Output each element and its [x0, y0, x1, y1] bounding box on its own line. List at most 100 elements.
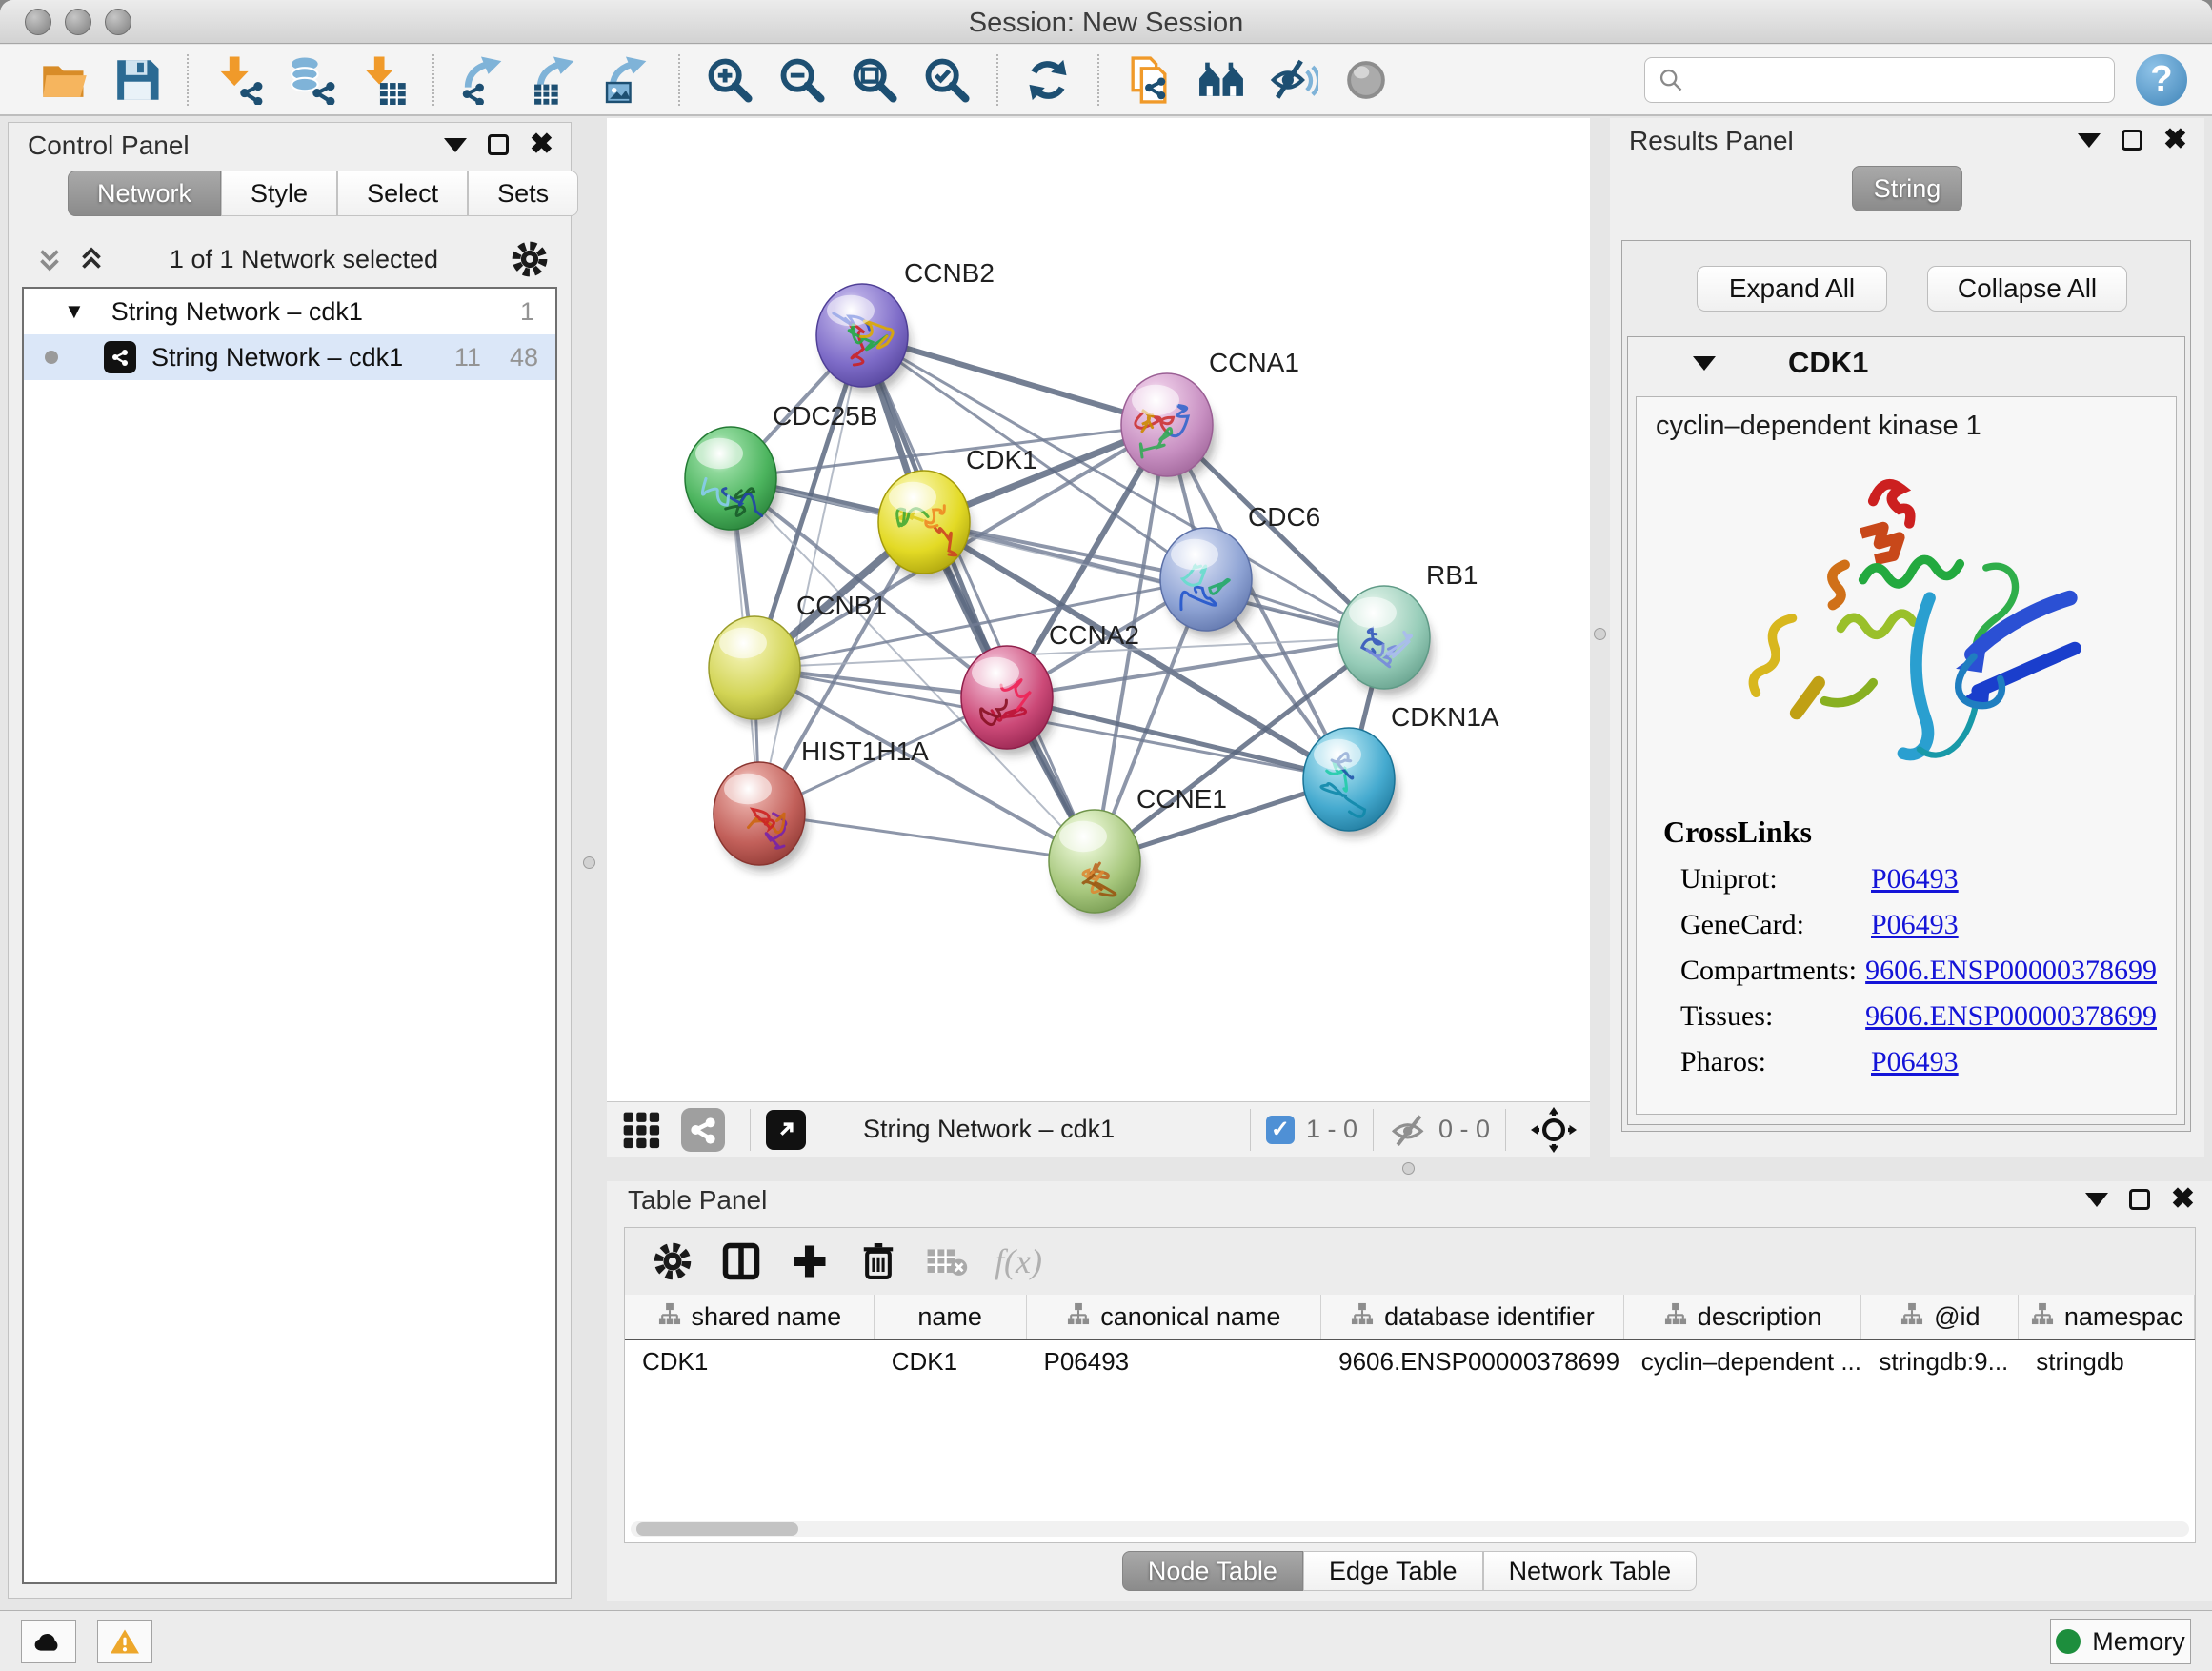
- selected-count-checkbox-icon[interactable]: ✓: [1266, 1116, 1295, 1144]
- home-button[interactable]: [1195, 53, 1248, 107]
- results-close-icon[interactable]: ✖: [2163, 130, 2187, 151]
- node-gloss: [724, 774, 772, 804]
- import-table-button[interactable]: [356, 53, 410, 107]
- delete-column-button[interactable]: [852, 1235, 905, 1288]
- results-menu-icon[interactable]: [2078, 133, 2101, 148]
- gene-collapse-icon[interactable]: [1693, 356, 1716, 371]
- show-graphics-details-button[interactable]: [1267, 53, 1320, 107]
- table-cell[interactable]: CDK1: [875, 1340, 1027, 1382]
- search-input[interactable]: [1644, 57, 2115, 103]
- collection-expand-icon[interactable]: ▼: [64, 299, 85, 324]
- import-network-button[interactable]: [211, 53, 265, 107]
- toolbar-divider: [432, 54, 434, 106]
- table-box: f(x) shared namenamecanonical namedataba…: [624, 1227, 2196, 1543]
- collapse-all-icon[interactable]: [33, 243, 66, 275]
- hidden-eye-icon[interactable]: [1389, 1110, 1429, 1150]
- column-header-description[interactable]: description: [1624, 1295, 1862, 1339]
- table-cell[interactable]: stringdb: [2019, 1340, 2195, 1382]
- table-cell[interactable]: cyclin–dependent ...: [1624, 1340, 1862, 1382]
- help-button[interactable]: ?: [2136, 54, 2187, 106]
- zoom-in-button[interactable]: [703, 53, 756, 107]
- network-view-canvas[interactable]: CCNB2CCNA1CDC25BCDK1CDC6RB1CCNB1CCNA2CDK…: [607, 118, 1590, 1101]
- table-horizontal-scrollbar[interactable]: [631, 1521, 2189, 1537]
- bottom-splitter-handle[interactable]: [1402, 1162, 1415, 1175]
- table-cell[interactable]: 9606.ENSP00000378699: [1321, 1340, 1624, 1382]
- export-image-button[interactable]: [602, 53, 655, 107]
- tab-sets[interactable]: Sets: [468, 171, 578, 216]
- network-overview-icon[interactable]: [681, 1108, 725, 1152]
- crosslink-pharos-link[interactable]: P06493: [1871, 1046, 1959, 1078]
- grid-view-icon[interactable]: [620, 1109, 662, 1151]
- table-row[interactable]: CDK1CDK1P064939606.ENSP00000378699cyclin…: [625, 1340, 2195, 1382]
- gene-section-header[interactable]: CDK1: [1628, 337, 2184, 389]
- zoom-fit-button[interactable]: [848, 53, 901, 107]
- table-float-icon[interactable]: [2129, 1189, 2150, 1210]
- export-table-button[interactable]: [530, 53, 583, 107]
- results-float-icon[interactable]: [2122, 130, 2142, 151]
- control-panel-title: Control Panel: [28, 131, 190, 161]
- cloud-status-button[interactable]: [21, 1620, 76, 1663]
- tab-network[interactable]: Network: [68, 171, 221, 216]
- crosslink-compartments-link[interactable]: 9606.ENSP00000378699: [1865, 955, 2157, 987]
- crosslink-row: Pharos:P06493: [1663, 1046, 2157, 1078]
- column-header--id[interactable]: @id: [1861, 1295, 2019, 1339]
- open-file-button[interactable]: [38, 53, 91, 107]
- network-options-gear-icon[interactable]: [510, 239, 550, 279]
- refresh-layout-button[interactable]: [1021, 53, 1075, 107]
- network-collection-row[interactable]: ▼ String Network – cdk1 1: [24, 289, 555, 334]
- tab-style[interactable]: Style: [221, 171, 337, 216]
- crosslink-label-pharos: Pharos:: [1663, 1046, 1871, 1078]
- add-column-button[interactable]: [783, 1235, 836, 1288]
- node-gloss: [695, 438, 743, 469]
- table-cell[interactable]: stringdb:9...: [1861, 1340, 2019, 1382]
- network-view-title: String Network – cdk1: [863, 1115, 1115, 1144]
- zoom-selected-button[interactable]: [920, 53, 974, 107]
- tab-edge-table[interactable]: Edge Table: [1303, 1551, 1483, 1591]
- column-header-database-identifier[interactable]: database identifier: [1321, 1295, 1624, 1339]
- table-cell[interactable]: CDK1: [625, 1340, 875, 1382]
- tab-string[interactable]: String: [1852, 166, 1962, 211]
- pan-mode-icon[interactable]: [1531, 1107, 1577, 1153]
- zoom-out-button[interactable]: [775, 53, 829, 107]
- export-network-button[interactable]: [457, 53, 511, 107]
- crosslink-genecard-link[interactable]: P06493: [1871, 909, 1959, 941]
- network-edge-HIST1H1A-CCNE1[interactable]: [759, 814, 1095, 861]
- table-menu-icon[interactable]: [2085, 1193, 2108, 1207]
- tab-node-table[interactable]: Node Table: [1122, 1551, 1303, 1591]
- expand-all-button[interactable]: Expand All: [1697, 266, 1887, 312]
- birds-eye-toggle-icon[interactable]: [766, 1110, 806, 1150]
- expand-all-icon[interactable]: [75, 243, 108, 275]
- collapse-all-button[interactable]: Collapse All: [1927, 266, 2127, 312]
- application-window: Session: New Session ? Control Panel ✖ N…: [0, 0, 2212, 1671]
- horizontal-splitter[interactable]: [572, 1157, 2212, 1181]
- table-cell[interactable]: P06493: [1027, 1340, 1322, 1382]
- function-builder-button[interactable]: f(x): [995, 1241, 1042, 1281]
- table-close-icon[interactable]: ✖: [2171, 1189, 2195, 1210]
- memory-button[interactable]: Memory: [2050, 1619, 2191, 1664]
- crosslink-tissues-link[interactable]: 9606.ENSP00000378699: [1865, 1000, 2157, 1033]
- table-settings-button[interactable]: [646, 1235, 699, 1288]
- column-header-name[interactable]: name: [875, 1295, 1027, 1339]
- save-session-button[interactable]: [111, 53, 164, 107]
- panel-menu-icon[interactable]: [444, 138, 467, 152]
- panel-float-icon[interactable]: [488, 134, 509, 155]
- scrollbar-thumb[interactable]: [636, 1522, 798, 1536]
- column-header-canonical-name[interactable]: canonical name: [1027, 1295, 1322, 1339]
- tab-network-table[interactable]: Network Table: [1483, 1551, 1698, 1591]
- delete-table-button[interactable]: [920, 1235, 974, 1288]
- gene-section: CDK1 cyclin–dependent kinase 1: [1627, 336, 2185, 1125]
- column-header-shared-name[interactable]: shared name: [625, 1295, 875, 1339]
- warnings-button[interactable]: [97, 1620, 152, 1663]
- tab-select[interactable]: Select: [337, 171, 468, 216]
- share-document-button[interactable]: [1122, 53, 1176, 107]
- network-row[interactable]: String Network – cdk1 11 48: [24, 334, 555, 380]
- crosslink-uniprot-link[interactable]: P06493: [1871, 863, 1959, 896]
- column-header-namespac[interactable]: namespac: [2019, 1295, 2195, 1339]
- bird-eye-view-button[interactable]: [1339, 53, 1393, 107]
- import-database-button[interactable]: [284, 53, 337, 107]
- network-edge-CCNB2-CCNE1[interactable]: [862, 335, 1095, 861]
- right-splitter-handle[interactable]: [1594, 628, 1606, 640]
- panel-close-icon[interactable]: ✖: [530, 134, 553, 155]
- show-columns-button[interactable]: [714, 1235, 768, 1288]
- left-splitter-handle[interactable]: [583, 856, 595, 869]
